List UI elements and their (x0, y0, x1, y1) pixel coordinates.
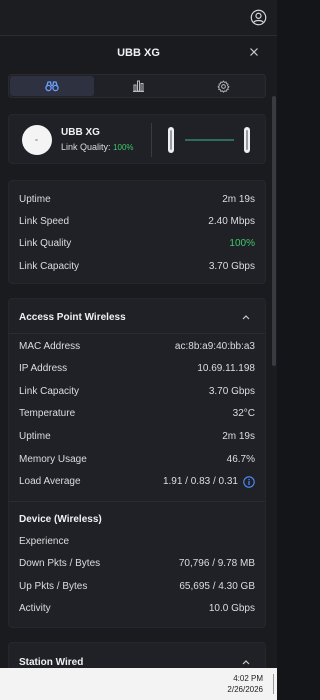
chevron-up-icon[interactable] (241, 658, 251, 666)
antenna-right-icon (244, 127, 250, 153)
stat-label: Link Speed (19, 216, 70, 227)
info-label: MAC Address (19, 341, 81, 352)
info-row-uptime: Uptime 2m 19s (19, 431, 255, 445)
stat-value: 2.40 Mbps (208, 216, 255, 227)
info-label: Down Pkts / Bytes (19, 558, 101, 569)
info-row-memory-usage: Memory Usage 46.7% (19, 454, 255, 468)
divider (9, 501, 265, 502)
gear-icon (217, 80, 229, 93)
info-value: 46.7% (226, 454, 255, 465)
info-label: Uptime (19, 431, 51, 442)
info-label: Up Pkts / Bytes (19, 581, 88, 592)
link-stats-card: Uptime 2m 19s Link Speed 2.40 Mbps Link … (8, 180, 266, 284)
user-account-icon[interactable] (250, 9, 267, 26)
binoculars-icon (45, 81, 59, 92)
section-title-ap-wireless: Access Point Wireless (19, 312, 126, 323)
taskbar-date: 2/26/2026 (227, 685, 263, 694)
info-value: 32°C (232, 408, 255, 419)
info-icon[interactable] (243, 476, 255, 488)
panel-title: UBB XG (117, 47, 160, 59)
info-value: 70,796 / 9.78 MB (178, 558, 255, 569)
device-summary-card: UBB XG Link Quality: 100% (8, 114, 266, 164)
info-value: 10.69.11.198 (197, 363, 255, 374)
info-value: 65,695 / 4.30 GB (179, 581, 255, 592)
stat-value: 100% (229, 238, 255, 249)
stat-value: 2m 19s (222, 194, 255, 205)
info-row-activity: Activity 10.0 Gbps (19, 603, 255, 617)
info-label: IP Address (19, 363, 68, 374)
tab-statistics[interactable] (96, 76, 180, 96)
link-quality-value: 100% (113, 143, 134, 152)
stat-row-uptime: Uptime 2m 19s (19, 194, 255, 208)
scrollbar[interactable] (272, 96, 276, 366)
wireless-link-graphic (168, 127, 250, 153)
taskbar-clock[interactable]: 4:02 PM 2/26/2026 (227, 673, 263, 695)
section-title-station-wired: Station Wired (19, 657, 84, 668)
stat-row-link-speed: Link Speed 2.40 Mbps (19, 216, 255, 230)
info-row-temperature: Temperature 32°C (19, 408, 255, 422)
tab-settings[interactable] (181, 76, 265, 96)
info-row-link-capacity: Link Capacity 3.70 Gbps (19, 386, 255, 400)
info-label: Experience (19, 536, 70, 547)
stat-row-link-quality: Link Quality 100% (19, 238, 255, 252)
link-quality-label: Link Quality: (61, 142, 111, 152)
device-details-panel: UBB XG UBB XG Link Quality: 100% Uptime … (0, 36, 277, 668)
info-row-down-pkts: Down Pkts / Bytes 70,796 / 9.78 MB (19, 558, 255, 572)
stat-label: Link Quality (19, 238, 72, 249)
vertical-divider (151, 123, 152, 157)
stat-label: Link Capacity (19, 261, 80, 272)
chevron-up-icon[interactable] (241, 313, 251, 321)
bar-chart-icon (132, 80, 144, 92)
device-name: UBB XG (61, 127, 100, 138)
stat-row-link-capacity: Link Capacity 3.70 Gbps (19, 261, 255, 275)
device-avatar (22, 125, 52, 155)
info-label: Memory Usage (19, 454, 87, 465)
stat-value: 3.70 Gbps (208, 261, 255, 272)
info-value: 1.91 / 0.83 / 0.31 (162, 476, 238, 487)
panel-tabs (8, 74, 266, 98)
info-value: ac:8b:a9:40:bb:a3 (174, 341, 255, 352)
info-row-mac: MAC Address ac:8b:a9:40:bb:a3 (19, 341, 255, 355)
panel-header: UBB XG (0, 36, 277, 72)
show-desktop-button[interactable] (273, 674, 274, 694)
info-label: Activity (19, 603, 51, 614)
info-value: 2m 19s (222, 431, 255, 442)
info-row-up-pkts: Up Pkts / Bytes 65,695 / 4.30 GB (19, 581, 255, 595)
info-label: Link Capacity (19, 386, 80, 397)
close-icon[interactable] (247, 45, 261, 59)
info-value: 10.0 Gbps (208, 603, 255, 614)
divider (9, 333, 265, 334)
info-row-experience: Experience (19, 536, 255, 550)
info-row-load-average: Load Average 1.91 / 0.83 / 0.31 (19, 476, 255, 490)
access-point-wireless-card: Access Point Wireless MAC Address ac:8b:… (8, 298, 266, 628)
stat-label: Uptime (19, 194, 51, 205)
top-bar (0, 0, 277, 36)
antenna-left-icon (168, 127, 174, 153)
device-link-quality: Link Quality: 100% (61, 142, 134, 152)
tab-overview[interactable] (10, 76, 94, 96)
info-row-ip: IP Address 10.69.11.198 (19, 363, 255, 377)
info-label: Temperature (19, 408, 76, 419)
section-title-device-wireless: Device (Wireless) (19, 514, 102, 525)
taskbar-time: 4:02 PM (233, 674, 263, 683)
station-wired-card: Station Wired (8, 642, 266, 668)
info-value: 3.70 Gbps (208, 386, 255, 397)
taskbar: 4:02 PM 2/26/2026 (0, 668, 277, 700)
info-label: Load Average (19, 476, 81, 487)
